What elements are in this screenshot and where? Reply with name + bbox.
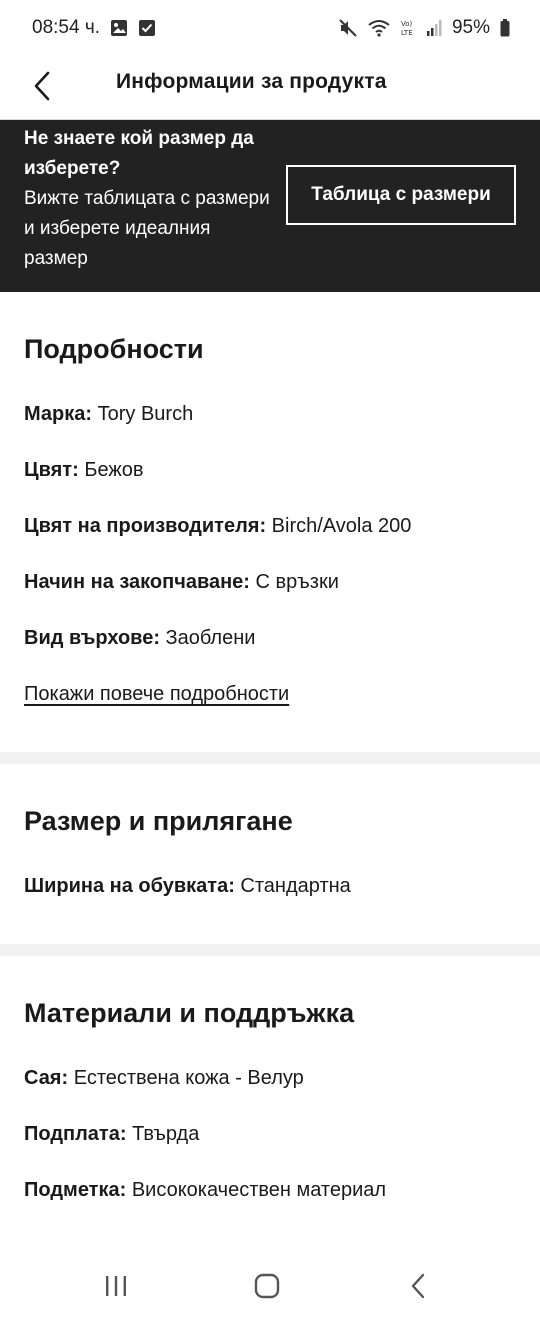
wifi-icon bbox=[368, 19, 390, 37]
chevron-left-icon bbox=[34, 71, 50, 101]
battery-icon bbox=[500, 19, 510, 37]
status-left: 08:54 ч. bbox=[32, 17, 156, 39]
section-divider bbox=[0, 944, 540, 956]
attr-value: Заоблени bbox=[165, 627, 256, 649]
attr-key: Сая: bbox=[24, 1067, 69, 1089]
show-more-details-link[interactable]: Покажи повече подробности bbox=[24, 683, 289, 706]
attr-value: Естествена кожа - Велур bbox=[73, 1067, 304, 1089]
attr-value: Стандартна bbox=[240, 875, 351, 897]
status-bar: 08:54 ч. Vo) LTE 95% bbox=[0, 0, 540, 56]
attr-key: Ширина на обувката: bbox=[24, 875, 235, 897]
attr-row-sole: Подметка: Висококачествен материал bbox=[24, 1179, 386, 1202]
nav-back-icon bbox=[411, 1273, 425, 1299]
back-button[interactable] bbox=[22, 66, 62, 106]
attr-value: С връзки bbox=[255, 571, 339, 593]
banner-text: Не знаете кой размер да изберете? Вижте … bbox=[24, 124, 274, 274]
status-time: 08:54 ч. bbox=[32, 17, 101, 38]
attr-value: Бежов bbox=[84, 459, 144, 481]
attr-row-lining: Подплата: Твърда bbox=[24, 1123, 199, 1146]
check-box-icon bbox=[138, 19, 156, 37]
volte-icon: Vo) LTE bbox=[400, 18, 416, 38]
recent-apps-button[interactable] bbox=[96, 1268, 136, 1304]
size-guide-banner: Не знаете кой размер да изберете? Вижте … bbox=[0, 120, 540, 292]
attr-row-manufacturer-color: Цвят на производителя: Birch/Avola 200 bbox=[24, 515, 411, 538]
attr-row-color: Цвят: Бежов bbox=[24, 459, 143, 482]
attr-row-shoe-width: Ширина на обувката: Стандартна bbox=[24, 875, 351, 898]
home-icon bbox=[254, 1273, 280, 1299]
signal-icon bbox=[426, 19, 442, 37]
svg-text:LTE: LTE bbox=[401, 29, 413, 37]
svg-text:Vo): Vo) bbox=[401, 20, 413, 28]
attr-key: Марка: bbox=[24, 403, 93, 425]
home-button[interactable] bbox=[247, 1268, 287, 1304]
attr-row-fastening: Начин на закопчаване: С връзки bbox=[24, 571, 339, 594]
gallery-icon bbox=[110, 19, 128, 37]
system-nav-bar bbox=[0, 1250, 540, 1320]
attr-value: Tory Burch bbox=[97, 403, 194, 425]
attr-value: Birch/Avola 200 bbox=[271, 515, 412, 537]
section-title-size-fit: Размер и прилягане bbox=[24, 806, 293, 836]
attr-value: Твърда bbox=[132, 1123, 200, 1145]
battery-percent: 95% bbox=[451, 17, 490, 38]
attr-key: Подметка: bbox=[24, 1179, 127, 1201]
size-fit-section: Размер и прилягане Ширина на обувката: С… bbox=[0, 764, 540, 944]
section-title-materials: Материали и поддръжка bbox=[24, 998, 355, 1028]
app-header: Информации за продукта bbox=[0, 56, 540, 120]
nav-back-button[interactable] bbox=[398, 1268, 438, 1304]
page-title: Информации за продукта bbox=[116, 70, 387, 93]
materials-section: Материали и поддръжка Сая: Естествена ко… bbox=[0, 956, 540, 1250]
attr-key: Цвят на производителя: bbox=[24, 515, 267, 537]
attr-row-upper: Сая: Естествена кожа - Велур bbox=[24, 1067, 304, 1090]
mute-icon bbox=[338, 18, 358, 38]
attr-value: Висококачествен материал bbox=[131, 1179, 387, 1201]
attr-key: Начин на закопчаване: bbox=[24, 571, 250, 593]
banner-heading: Не знаете кой размер да изберете? bbox=[24, 128, 254, 179]
attr-row-brand: Марка: Tory Burch bbox=[24, 403, 193, 426]
attr-key: Вид върхове: bbox=[24, 627, 160, 649]
attr-key: Подплата: bbox=[24, 1123, 127, 1145]
attr-row-toe-type: Вид върхове: Заоблени bbox=[24, 627, 255, 650]
details-section: Подробности Марка: Tory Burch Цвят: Бежо… bbox=[0, 292, 540, 752]
status-right: Vo) LTE 95% bbox=[338, 17, 510, 39]
section-title-details: Подробности bbox=[24, 334, 204, 364]
attr-key: Цвят: bbox=[24, 459, 79, 481]
banner-subtext: Вижте таблицата с размери и изберете иде… bbox=[24, 188, 270, 269]
size-chart-button[interactable]: Таблица с размери bbox=[286, 165, 516, 225]
recent-apps-icon bbox=[106, 1276, 126, 1296]
section-divider bbox=[0, 752, 540, 764]
